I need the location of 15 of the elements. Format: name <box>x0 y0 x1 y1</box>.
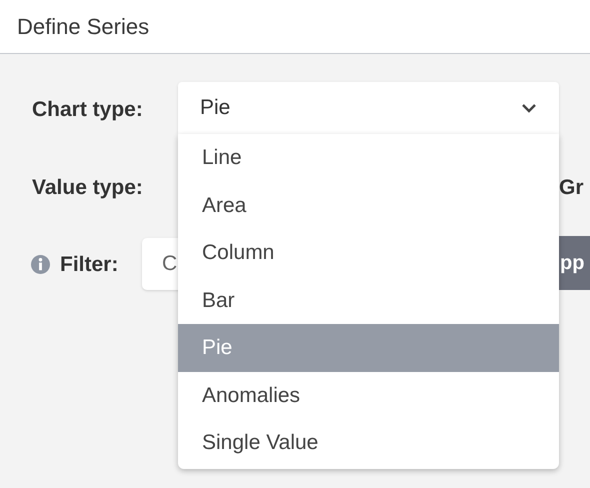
info-icon <box>31 255 50 274</box>
field-label: Chart type: <box>32 97 143 123</box>
dropdown-option[interactable]: Anomalies <box>178 372 559 419</box>
dropdown-option[interactable]: Line <box>178 134 559 182</box>
chevron-down-icon <box>521 103 537 113</box>
field-label: Value type: <box>32 175 143 201</box>
chart-type-select[interactable]: Pie <box>178 82 559 134</box>
field-label: Filter: <box>60 252 118 278</box>
dropdown-option[interactable]: Area <box>178 182 559 229</box>
dropdown-option[interactable]: Single Value <box>178 419 559 466</box>
dropdown-option[interactable]: Column <box>178 229 559 276</box>
apply-button[interactable]: pp <box>559 236 590 290</box>
field-label: Gr <box>559 175 584 201</box>
dialog-title: Define Series <box>17 13 150 41</box>
dropdown-option[interactable]: Bar <box>178 276 559 324</box>
